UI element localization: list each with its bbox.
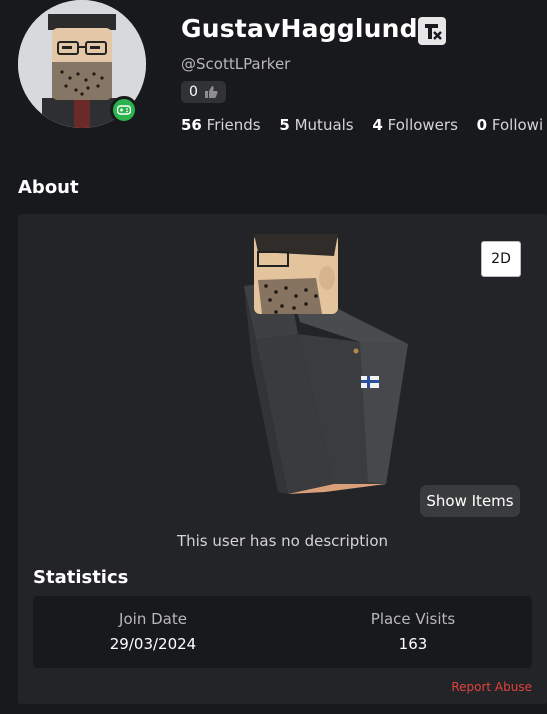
place-visits-value: 163 [398, 635, 428, 653]
stat-join-date: Join Date 29/03/2024 [33, 610, 273, 653]
join-date-label: Join Date [119, 610, 187, 628]
avatar-3d-view[interactable] [230, 222, 430, 502]
friends-link[interactable]: 56 Friends [181, 116, 261, 134]
badge-counter[interactable]: 0 [181, 81, 226, 103]
presence-indicator [110, 96, 138, 124]
statistics-panel: Join Date 29/03/2024 Place Visits 163 [33, 596, 532, 668]
report-abuse-link[interactable]: Report Abuse [451, 680, 532, 694]
join-date-value: 29/03/2024 [109, 635, 197, 653]
username-handle: @ScottLParker [181, 55, 291, 73]
statistics-heading: Statistics [33, 567, 129, 588]
thumbs-up-icon [204, 86, 218, 98]
gamepad-icon [117, 105, 131, 115]
toggle-2d-button[interactable]: 2D [481, 241, 521, 277]
premium-icon [418, 17, 446, 45]
display-name: GustavHagglund [181, 14, 418, 43]
following-link[interactable]: 0 Followi [477, 116, 543, 134]
about-heading: About [18, 177, 79, 198]
followers-link[interactable]: 4 Followers [372, 116, 457, 134]
stat-place-visits: Place Visits 163 [293, 610, 533, 653]
avatar-headshot[interactable] [18, 0, 146, 128]
social-counts: 56 Friends 5 Mutuals 4 Followers 0 Follo… [181, 116, 547, 134]
mutuals-link[interactable]: 5 Mutuals [279, 116, 353, 134]
place-visits-label: Place Visits [370, 610, 456, 628]
show-items-button[interactable]: Show Items [420, 485, 520, 517]
badge-count: 0 [189, 84, 198, 100]
profile-description: This user has no description [176, 532, 389, 550]
